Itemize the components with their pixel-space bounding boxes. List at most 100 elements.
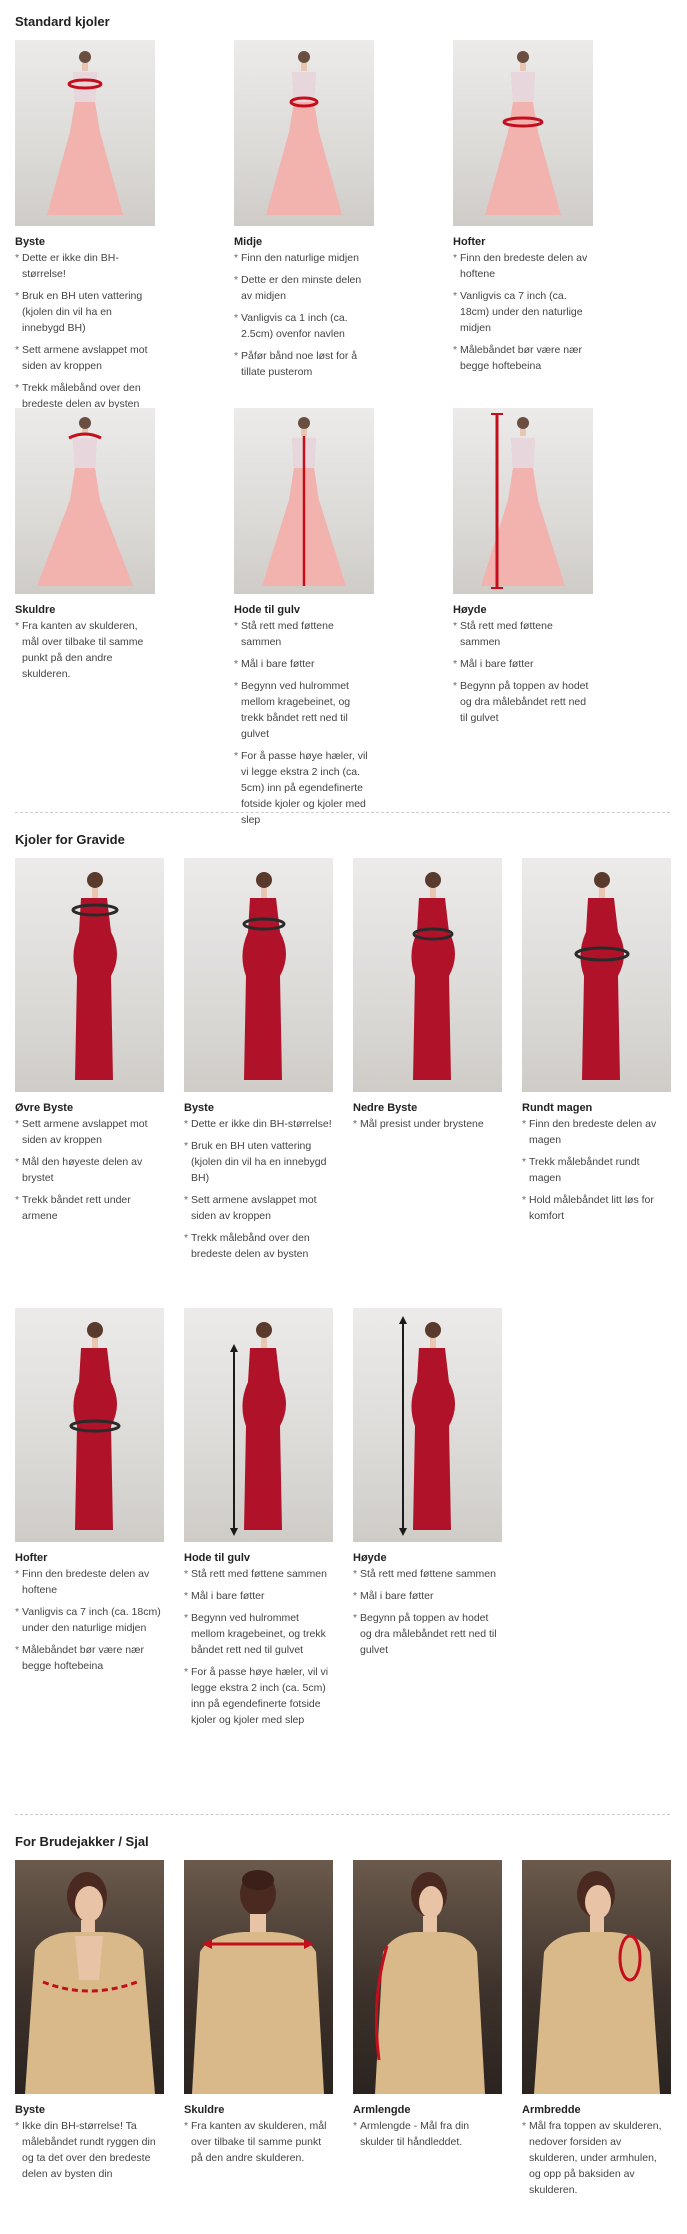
tip: Mål i bare føtter [353, 1588, 502, 1604]
tip: Vanligvis ca 7 inch (ca. 18cm) under den… [453, 288, 593, 336]
arm-length-image [374, 1872, 485, 2094]
tip: Stå rett med føttene sammen [453, 618, 593, 650]
hollow-to-floor-icon [184, 1308, 333, 1542]
card-pregnant-hollow-to-floor: Hode til gulv Stå rett med føttene samme… [184, 1308, 333, 1734]
hips-measure-icon [15, 1308, 164, 1542]
measure-title: Høyde [453, 604, 487, 616]
hollow-to-floor-icon [234, 408, 374, 594]
measure-title: Rundt magen [522, 1102, 593, 1114]
waist-measure-icon [234, 40, 374, 226]
tip: Mål presist under brystene [353, 1116, 502, 1132]
tip: Vanligvis ca 7 inch (ca. 18cm) under den… [15, 1604, 164, 1636]
under-bust-image [411, 872, 455, 1080]
upper-bust-icon [15, 858, 164, 1092]
tip: Begynn ved hulrommet mellom kragebeinet,… [184, 1610, 333, 1658]
section-title-pregnant: Kjoler for Gravide [15, 832, 125, 847]
height-image [399, 1316, 455, 1536]
bust-measure-icon [15, 1860, 164, 2094]
bust-measure-image [47, 51, 123, 215]
measure-title: Hofter [15, 1552, 48, 1564]
tip: Dette er den minste delen av midjen [234, 272, 374, 304]
tips-list: Dette er ikke din BH-størrelse! Bruk en … [184, 1116, 333, 1262]
height-image [481, 413, 565, 589]
tip: Fra kanten av skulderen, mål over tilbak… [15, 618, 155, 682]
tip: Trekk båndet rett under armene [15, 1192, 164, 1224]
bust-measure-image [242, 872, 286, 1080]
tip: For å passe høye hæler, vil vi legge eks… [184, 1664, 333, 1728]
tip: Vanligvis ca 1 inch (ca. 2.5cm) ovenfor … [234, 310, 374, 342]
section-title-jackets: For Brudejakker / Sjal [15, 1834, 149, 1849]
card-pregnant-belly: Rundt magen Finn den bredeste delen av m… [522, 858, 671, 1230]
tip: Dette er ikke din BH-størrelse! [15, 250, 155, 282]
tips-list: Finn den bredeste delen av magen Trekk m… [522, 1116, 671, 1224]
arm-length-icon [353, 1860, 502, 2094]
hips-measure-icon [453, 40, 593, 226]
tip: Bruk en BH uten vattering (kjolen din vi… [15, 288, 155, 336]
section-title-standard: Standard kjoler [15, 14, 110, 29]
tip: Finn den bredeste delen av hoftene [15, 1566, 164, 1598]
tip: Bruk en BH uten vattering (kjolen din vi… [184, 1138, 333, 1186]
card-pregnant-height: Høyde Stå rett med føttene sammen Mål i … [353, 1308, 502, 1664]
card-standard-waist: Midje Finn den naturlige midjen Dette er… [234, 40, 374, 386]
tip: Dette er ikke din BH-størrelse! [184, 1116, 333, 1132]
tip: Begynn på toppen av hodet og dra målebån… [453, 678, 593, 726]
tip: Mål den høyeste delen av brystet [15, 1154, 164, 1186]
tips-list: Sett armene avslappet mot siden av kropp… [15, 1116, 164, 1224]
tip: Mål fra toppen av skulderen, nedover for… [522, 2118, 671, 2198]
tips-list: Ikke din BH-størrelse! Ta målebåndet run… [15, 2118, 164, 2182]
card-standard-height: Høyde Stå rett med føttene sammen Mål i … [453, 408, 593, 732]
hollow-to-floor-image [262, 417, 346, 586]
tips-list: Finn den bredeste delen av hoftene Vanli… [453, 250, 593, 374]
tip: Trekk målebånd over den bredeste delen a… [184, 1230, 333, 1262]
measure-title: Byste [15, 236, 45, 248]
measure-title: Skuldre [15, 604, 56, 616]
card-jacket-bust: Byste Ikke din BH-størrelse! Ta målebånd… [15, 1860, 164, 2188]
bust-measure-image [25, 1872, 155, 2094]
card-jacket-shoulders: Skuldre Fra kanten av skulderen, mål ove… [184, 1860, 333, 2172]
waist-measure-image [266, 51, 342, 215]
tip: Mål i bare føtter [234, 656, 374, 672]
shoulders-measure-icon [184, 1860, 333, 2094]
height-icon [453, 408, 593, 594]
card-pregnant-bust: Byste Dette er ikke din BH-størrelse! Br… [184, 858, 333, 1268]
measure-title: Øvre Byste [15, 1102, 74, 1114]
shoulders-measure-icon [15, 408, 155, 594]
card-jacket-arm-width: Armbredde Mål fra toppen av skulderen, n… [522, 1860, 671, 2204]
tips-list: Dette er ikke din BH-størrelse! Bruk en … [15, 250, 155, 412]
tip: Hold målebåndet litt løs for komfort [522, 1192, 671, 1224]
tips-list: Mål fra toppen av skulderen, nedover for… [522, 2118, 671, 2198]
tip: Finn den bredeste delen av magen [522, 1116, 671, 1148]
measure-title: Byste [184, 1102, 214, 1114]
tip: Påfør bånd noe løst for å tillate puster… [234, 348, 374, 380]
belly-image [574, 872, 630, 1080]
card-standard-shoulders: Skuldre Fra kanten av skulderen, mål ove… [15, 408, 155, 688]
belly-icon [522, 858, 671, 1092]
arm-width-image [534, 1871, 660, 2094]
tip: Begynn ved hulrommet mellom kragebeinet,… [234, 678, 374, 742]
measure-title: Skuldre [184, 2104, 225, 2116]
card-pregnant-hips: Hofter Finn den bredeste delen av hoften… [15, 1308, 164, 1680]
under-bust-icon [353, 858, 502, 1092]
tip: Finn den naturlige midjen [234, 250, 374, 266]
measure-title: Hofter [453, 236, 486, 248]
measure-title: Armbredde [522, 2104, 581, 2116]
height-icon [353, 1308, 502, 1542]
hips-measure-image [485, 51, 561, 215]
tips-list: Armlengde - Mål fra din skulder til hånd… [353, 2118, 502, 2150]
tips-list: Stå rett med føttene sammen Mål i bare f… [453, 618, 593, 726]
tip: Stå rett med føttene sammen [184, 1566, 333, 1582]
tip: Armlengde - Mål fra din skulder til hånd… [353, 2118, 502, 2150]
tips-list: Stå rett med føttene sammen Mål i bare f… [353, 1566, 502, 1658]
tips-list: Finn den naturlige midjen Dette er den m… [234, 250, 374, 380]
bust-measure-icon [15, 40, 155, 226]
tips-list: Fra kanten av skulderen, mål over tilbak… [15, 618, 155, 682]
card-standard-hollow-to-floor: Hode til gulv Stå rett med føttene samme… [234, 408, 374, 834]
tip: Mål i bare føtter [184, 1588, 333, 1604]
tip: Sett armene avslappet mot siden av kropp… [15, 1116, 164, 1148]
tips-list: Finn den bredeste delen av hoftene Vanli… [15, 1566, 164, 1674]
tip: For å passe høye hæler, vil vi legge eks… [234, 748, 374, 828]
upper-bust-image [71, 872, 119, 1080]
hollow-to-floor-image [230, 1322, 286, 1536]
tip: Fra kanten av skulderen, mål over tilbak… [184, 2118, 333, 2166]
card-standard-hips: Hofter Finn den bredeste delen av hoften… [453, 40, 593, 380]
